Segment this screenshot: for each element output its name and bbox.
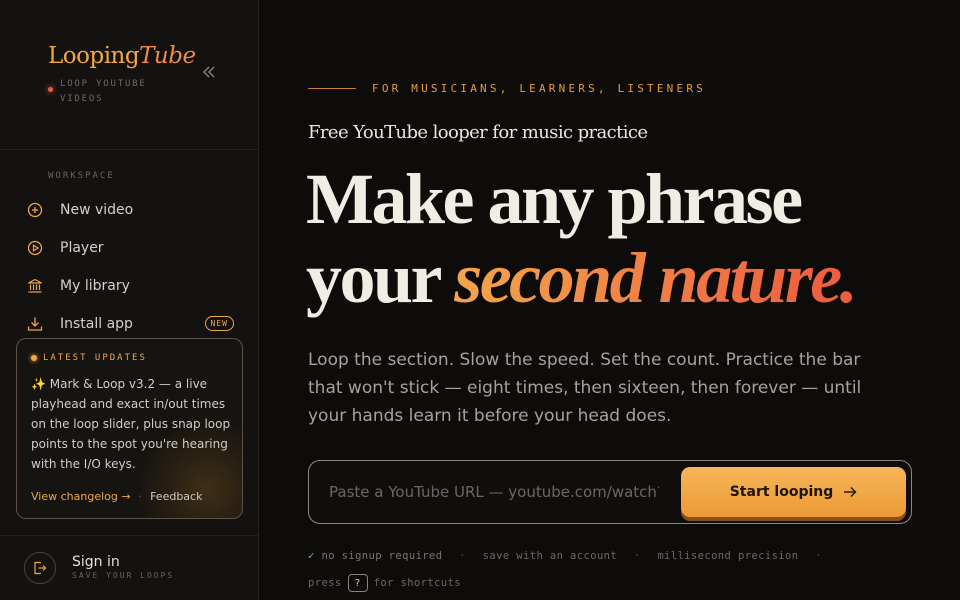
new-badge: NEW [204,316,234,331]
sidebar-item-label: New video [60,202,134,218]
logo-tube: Tube [139,43,196,69]
view-changelog-link[interactable]: View changelog → [31,490,131,503]
sidebar-divider [0,149,259,150]
sidebar-item-label: Player [60,240,104,256]
sidebar-item-my-library[interactable]: My library [20,271,240,301]
headline-line-2: your [306,238,455,318]
play-circle-icon [20,233,50,263]
sidebar-item-install-app[interactable]: Install app NEW [20,309,240,339]
meta-precision: millisecond precision [657,550,799,562]
hero-headline: Make any phrase your second nature. [306,159,858,318]
headline-line-1: Make any phrase [306,159,803,239]
meta-save-account: save with an account [482,550,618,562]
hero-subhead: Free YouTube looper for music practice [308,122,648,143]
feature-meta-row: ✓ no signup required · save with an acco… [308,550,832,562]
sidebar-divider [0,535,259,536]
eyebrow-text: FOR MUSICIANS, LEARNERS, LISTENERS [372,82,706,95]
updates-header: LATEST UPDATES [31,353,147,363]
sidebar: LoopingTube LOOP YOUTUBE VIDEOS WORKSPAC… [0,0,259,600]
sidebar-item-new-video[interactable]: New video [20,195,240,225]
meta-separator: · [633,550,641,562]
updates-title: LATEST UPDATES [43,353,147,363]
logo[interactable]: LoopingTube [48,43,196,69]
plus-circle-icon [20,195,50,225]
brand: LoopingTube LOOP YOUTUBE VIDEOS [48,43,196,104]
updates-links: View changelog → · Feedback [31,490,202,503]
youtube-url-input[interactable] [329,475,659,509]
eyebrow-rule [308,88,356,89]
meta-no-signup: no signup required [321,550,443,562]
shortcut-hint: press ? for shortcuts [308,574,461,592]
library-icon [20,271,50,301]
sidebar-item-label: My library [60,278,130,294]
shortcut-for: for shortcuts [373,577,461,589]
feedback-link[interactable]: Feedback [150,490,202,503]
arrow-right-icon [843,486,857,498]
hero-description: Loop the section. Slow the speed. Set th… [308,350,862,426]
sign-in-icon [24,552,56,584]
collapse-sidebar-button[interactable] [200,64,218,82]
sidebar-item-label: Install app [60,316,133,332]
sign-in-button[interactable]: Sign in SAVE YOUR LOOPS [24,552,234,584]
sign-in-subtitle: SAVE YOUR LOOPS [72,571,175,580]
shortcut-key[interactable]: ? [347,574,368,592]
sidebar-item-player[interactable]: Player [20,233,240,263]
meta-separator: · [815,550,822,562]
link-separator: · [138,490,143,503]
logo-looping: Looping [48,43,140,69]
status-dot-icon [48,87,53,92]
url-form: Start looping [308,460,912,524]
sign-in-label: Sign in [72,554,120,570]
chevrons-left-icon [203,66,215,78]
latest-updates-card: LATEST UPDATES ✨ Mark & Loop v3.2 — a li… [16,338,243,519]
section-label-workspace: WORKSPACE [48,171,115,181]
download-icon [20,309,50,339]
start-looping-button[interactable]: Start looping [681,467,906,517]
shortcut-press: press [308,577,342,589]
updates-body: ✨ Mark & Loop v3.2 — a live playhead and… [31,377,231,471]
check-icon: ✓ [308,550,315,562]
start-looping-label: Start looping [729,484,834,500]
updates-dot-icon [31,355,37,361]
meta-separator: · [459,550,466,562]
tagline: LOOP YOUTUBE VIDEOS [60,79,147,104]
headline-accent: second nature. [454,238,858,318]
